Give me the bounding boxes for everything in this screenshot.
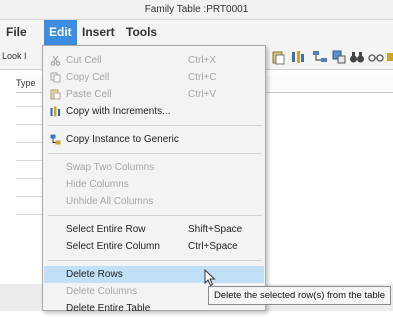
binoculars-icon[interactable]	[349, 49, 365, 65]
mouse-pointer-icon	[204, 269, 216, 287]
hide-columns-label: Hide Columns	[66, 179, 129, 190]
copy-cell-item[interactable]: Copy Cell Ctrl+C	[44, 69, 264, 86]
hide-columns-item[interactable]: Hide Columns	[44, 176, 264, 193]
copy-instance-to-generic-label: Copy Instance to Generic	[66, 134, 179, 145]
more-tools-icon[interactable]	[385, 49, 393, 65]
unhide-all-columns-item[interactable]: Unhide All Columns	[44, 193, 264, 210]
instance-icon[interactable]	[331, 49, 347, 65]
window-title-bar: Family Table :PRT0001	[0, 0, 393, 20]
delete-columns-label: Delete Columns	[66, 286, 138, 297]
instance-to-generic-icon	[50, 134, 61, 145]
select-entire-column-label: Select Entire Column	[66, 241, 160, 252]
delete-rows-tooltip: Delete the selected row(s) from the tabl…	[208, 286, 392, 305]
menu-separator	[48, 125, 262, 126]
select-entire-column-item[interactable]: Select Entire Column Ctrl+Space	[44, 238, 264, 255]
paste-cell-label: Paste Cell	[66, 89, 112, 100]
menu-file[interactable]: File	[1, 20, 32, 45]
delete-rows-item[interactable]: Delete Rows	[44, 266, 264, 283]
swap-two-columns-label: Swap Two Columns	[66, 162, 155, 173]
delete-rows-label: Delete Rows	[66, 269, 123, 280]
copy-cell-label: Copy Cell	[66, 72, 110, 83]
copy-cell-shortcut: Ctrl+C	[188, 72, 217, 83]
table-structure-icon[interactable]	[312, 49, 328, 65]
menu-insert[interactable]: Insert	[77, 20, 120, 45]
paste-cell-item[interactable]: Paste Cell Ctrl+V	[44, 86, 264, 103]
menu-edit[interactable]: Edit	[44, 20, 77, 45]
select-entire-row-shortcut: Shift+Space	[188, 224, 243, 235]
edit-menu-dropdown: Cut Cell Ctrl+X Copy Cell Ctrl+C Paste C…	[42, 45, 266, 314]
menu-separator	[48, 215, 262, 216]
copy-increments-icon	[50, 106, 60, 117]
copy-with-increments-item[interactable]: Copy with Increments...	[44, 103, 264, 120]
cut-cell-label: Cut Cell	[66, 55, 102, 66]
type-column-header[interactable]: Type	[16, 78, 36, 88]
select-entire-row-label: Select Entire Row	[66, 224, 146, 235]
swap-two-columns-item[interactable]: Swap Two Columns	[44, 159, 264, 176]
tooltip-text: Delete the selected row(s) from the tabl…	[214, 290, 386, 301]
copy-with-increments-label: Copy with Increments...	[66, 106, 171, 117]
glasses-icon[interactable]	[368, 49, 384, 65]
menu-separator	[48, 260, 262, 261]
menu-separator	[48, 153, 262, 154]
select-entire-row-item[interactable]: Select Entire Row Shift+Space	[44, 221, 264, 238]
unhide-all-columns-label: Unhide All Columns	[66, 196, 154, 207]
menu-tools[interactable]: Tools	[121, 20, 162, 45]
look-in-label: Look I	[2, 51, 27, 61]
window-title: Family Table :PRT0001	[144, 4, 249, 15]
cut-cell-shortcut: Ctrl+X	[188, 55, 217, 66]
cut-cell-item[interactable]: Cut Cell Ctrl+X	[44, 52, 264, 69]
scissors-icon	[50, 55, 61, 66]
copy-icon	[50, 72, 61, 83]
paste-cell-shortcut: Ctrl+V	[188, 89, 217, 100]
copy-instance-to-generic-item[interactable]: Copy Instance to Generic	[44, 131, 264, 148]
paste-icon[interactable]	[270, 49, 286, 65]
copy-increments-icon[interactable]	[290, 49, 306, 65]
delete-entire-table-label: Delete Entire Table	[66, 303, 151, 314]
select-entire-column-shortcut: Ctrl+Space	[188, 241, 238, 252]
menu-bar: File Edit Insert Tools	[0, 20, 393, 45]
paste-icon	[50, 89, 61, 100]
